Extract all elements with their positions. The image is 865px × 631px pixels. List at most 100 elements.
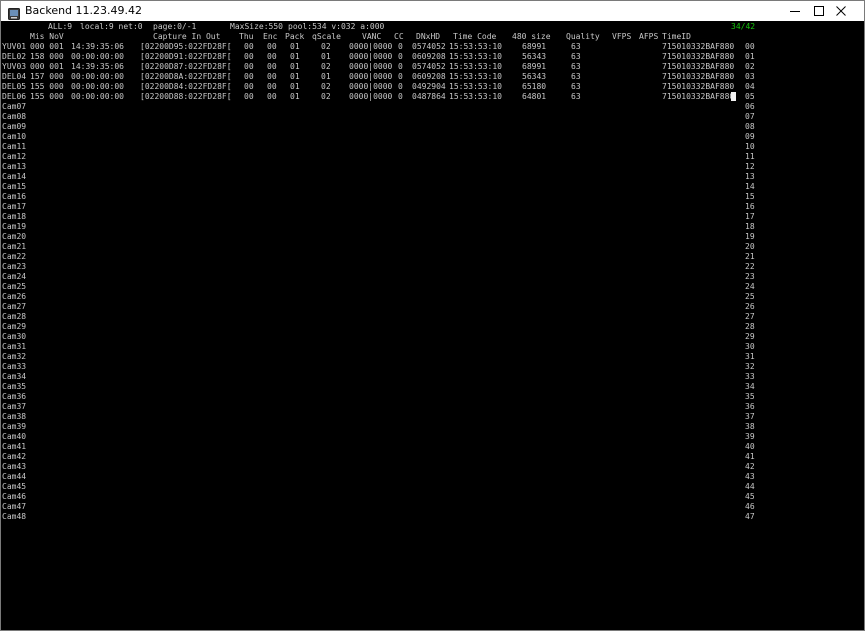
console-output[interactable]: ALL:9 local:9 net:0 page:0/-1 MaxSize:55… <box>1 21 864 630</box>
channel-dnx: 0492904 <box>412 82 446 91</box>
camera-row: Cam45 44 <box>1 482 864 492</box>
channel-thu: 00 <box>244 42 254 51</box>
header-capture: Capture In Out <box>153 32 221 41</box>
channel-qscale: 01 <box>321 52 331 61</box>
camera-name: Cam27 <box>2 302 27 311</box>
header-mis: Mis NoV <box>30 32 64 41</box>
camera-name: Cam20 <box>2 232 27 241</box>
channel-mis: 000 001 <box>30 62 64 71</box>
channel-mis: 155 000 <box>30 92 64 101</box>
header-enc: Enc <box>263 32 278 41</box>
channel-idx: 00 <box>745 42 755 51</box>
channel-qual: 63 <box>571 52 581 61</box>
camera-name: Cam12 <box>2 152 27 161</box>
channel-enc: 00 <box>267 72 277 81</box>
camera-index: 31 <box>745 352 755 361</box>
window-title: Backend 11.23.49.42 <box>25 4 143 17</box>
channel-cc: 0 <box>398 42 403 51</box>
camera-name: Cam38 <box>2 412 27 421</box>
camera-index: 38 <box>745 422 755 431</box>
camera-row: Cam43 42 <box>1 462 864 472</box>
channel-row: YUV01 000 001 14:39:35:06 [02200D95:022FD28… <box>1 42 864 52</box>
channel-cap: [02200D87:022FD28F[ <box>140 62 232 71</box>
channel-qscale: 02 <box>321 82 331 91</box>
header-vanc: VANC <box>362 32 382 41</box>
channel-name: YUV01 <box>2 42 27 51</box>
channel-cc: 0 <box>398 92 403 101</box>
camera-index: 34 <box>745 382 755 391</box>
camera-index: 26 <box>745 302 755 311</box>
channel-dnx: 0609208 <box>412 52 446 61</box>
channel-thu: 00 <box>244 82 254 91</box>
header-afps: AFPS <box>639 32 659 41</box>
channel-idx: 01 <box>745 52 755 61</box>
status-all: ALL:9 <box>48 22 73 31</box>
channel-size: 65180 <box>522 82 547 91</box>
camera-row: Cam13 12 <box>1 162 864 172</box>
camera-row: Cam08 07 <box>1 112 864 122</box>
channel-mis: 000 001 <box>30 42 64 51</box>
channel-vanc: 0000|0000 <box>349 82 393 91</box>
channel-enc: 00 <box>267 82 277 91</box>
channel-dnx: 0574052 <box>412 62 446 71</box>
camera-row: Cam19 18 <box>1 222 864 232</box>
status-line: ALL:9 local:9 net:0 page:0/-1 MaxSize:55… <box>1 22 864 32</box>
channel-qscale: 02 <box>321 92 331 101</box>
camera-index: 42 <box>745 462 755 471</box>
camera-name: Cam48 <box>2 512 27 521</box>
channel-vanc: 0000|0000 <box>349 52 393 61</box>
header-timecode: Time Code <box>453 32 497 41</box>
camera-name: Cam14 <box>2 172 27 181</box>
camera-name: Cam39 <box>2 422 27 431</box>
camera-row: Cam11 10 <box>1 142 864 152</box>
channel-dnx: 0487864 <box>412 92 446 101</box>
camera-name: Cam17 <box>2 202 27 211</box>
channel-tc: 15:53:53:10 <box>449 92 502 101</box>
camera-row: Cam37 36 <box>1 402 864 412</box>
camera-name: Cam16 <box>2 192 27 201</box>
title-bar[interactable]: Backend 11.23.49.42 <box>1 1 864 21</box>
channel-size: 68991 <box>522 62 547 71</box>
channel-qscale: 02 <box>321 62 331 71</box>
camera-row: Cam28 27 <box>1 312 864 322</box>
channel-thu: 00 <box>244 72 254 81</box>
camera-name: Cam37 <box>2 402 27 411</box>
camera-row: Cam33 32 <box>1 362 864 372</box>
channel-timeid: 715010332BAF880 <box>662 42 735 51</box>
channel-tc: 15:53:53:10 <box>449 82 502 91</box>
camera-index: 30 <box>745 342 755 351</box>
camera-index: 43 <box>745 472 755 481</box>
camera-row: Cam17 16 <box>1 202 864 212</box>
camera-index: 06 <box>745 102 755 111</box>
camera-row: Cam15 14 <box>1 182 864 192</box>
channel-enc: 00 <box>267 62 277 71</box>
camera-index: 19 <box>745 232 755 241</box>
camera-index: 18 <box>745 222 755 231</box>
camera-name: Cam30 <box>2 332 27 341</box>
camera-name: Cam11 <box>2 142 27 151</box>
channel-size: 56343 <box>522 72 547 81</box>
channel-size: 64801 <box>522 92 547 101</box>
camera-name: Cam08 <box>2 112 27 121</box>
channel-cap: [02200D88:022FD28F[ <box>140 92 232 101</box>
camera-row: Cam42 41 <box>1 452 864 462</box>
camera-index: 47 <box>745 512 755 521</box>
status-pool: pool:534 v:032 a:000 <box>288 22 385 31</box>
camera-row: Cam09 08 <box>1 122 864 132</box>
camera-row: Cam32 31 <box>1 352 864 362</box>
status-page: page:0/-1 <box>153 22 197 31</box>
channel-row: DEL02 158 000 00:00:00:00 [02200D91:022FD28… <box>1 52 864 62</box>
channel-mis: 158 000 <box>30 52 64 61</box>
camera-index: 46 <box>745 502 755 511</box>
camera-name: Cam25 <box>2 282 27 291</box>
channel-thu: 00 <box>244 62 254 71</box>
channel-thu: 00 <box>244 92 254 101</box>
channel-name: DEL02 <box>2 52 27 61</box>
channel-timeid: 715010332BAF880 <box>662 72 735 81</box>
close-button[interactable] <box>818 1 864 21</box>
camera-index: 27 <box>745 312 755 321</box>
camera-row: Cam35 34 <box>1 382 864 392</box>
camera-row: Cam24 23 <box>1 272 864 282</box>
channel-idx: 02 <box>745 62 755 71</box>
channel-timeid: 715010332BAF880 <box>662 82 735 91</box>
